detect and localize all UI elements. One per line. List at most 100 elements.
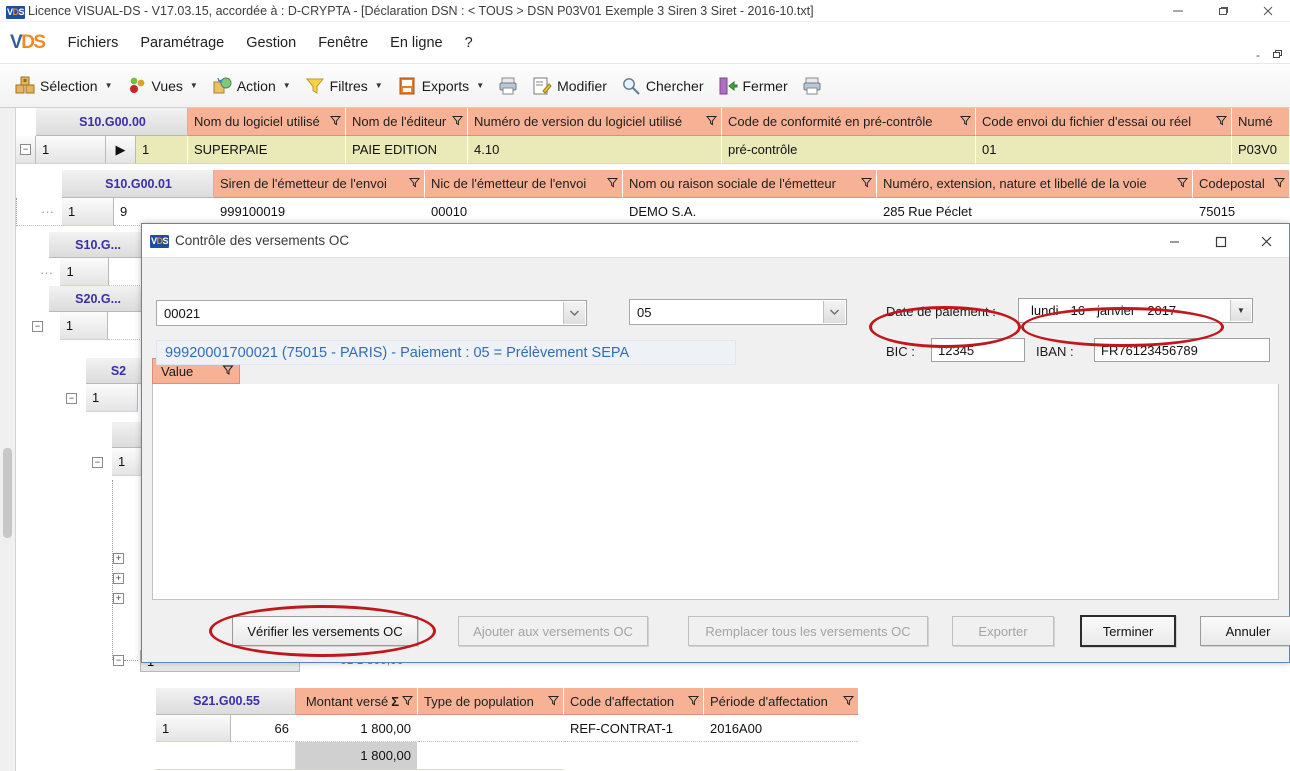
col-nic-emetteur[interactable]: Nic de l'émetteur de l'envoi <box>425 170 623 198</box>
funnel-icon[interactable] <box>408 176 421 191</box>
window-minimize-icon[interactable] <box>1155 0 1200 22</box>
terminer-button[interactable]: Terminer <box>1080 615 1176 647</box>
toolbar-modifier-button[interactable]: Modifier <box>525 72 614 100</box>
toolbar-action-button[interactable]: Action ▼ <box>205 72 298 100</box>
collapse-icon[interactable]: − <box>92 456 103 468</box>
tree-row[interactable]: − 1 <box>86 448 146 476</box>
row-expander[interactable]: − <box>60 384 86 412</box>
menu-item-gestion[interactable]: Gestion <box>235 31 307 55</box>
tree-row[interactable]: + <box>113 548 124 568</box>
funnel-icon[interactable] <box>401 694 414 709</box>
results-list[interactable] <box>152 384 1279 600</box>
chevron-down-icon[interactable]: ▼ <box>105 81 113 90</box>
chevron-down-icon[interactable]: ▼ <box>476 81 484 90</box>
collapse-icon[interactable]: − <box>66 392 77 404</box>
table-row[interactable]: − 1 ▶ 1 SUPERPAIE PAIE EDITION 4.10 pré-… <box>16 136 1290 164</box>
toolbar-exports-button[interactable]: Exports ▼ <box>390 72 491 100</box>
funnel-icon[interactable] <box>705 114 718 129</box>
col-type-population[interactable]: Type de population <box>418 688 564 715</box>
funnel-icon[interactable] <box>547 694 560 709</box>
verifier-versements-button[interactable]: Vérifier les versements OC <box>232 616 418 646</box>
chevron-down-icon[interactable] <box>823 301 845 323</box>
funnel-icon[interactable] <box>687 694 700 709</box>
expand-icon[interactable]: + <box>113 572 124 584</box>
tree-row[interactable]: ··· 1 <box>16 258 146 286</box>
tree-row[interactable]: − 1 <box>60 384 150 412</box>
menu-item-parametrage[interactable]: Paramétrage <box>129 31 235 55</box>
col-code-affectation[interactable]: Code d'affectation <box>564 688 704 715</box>
table-row[interactable]: 1 66 1 800,00 REF-CONTRAT-1 2016A00 <box>140 715 859 742</box>
oc-select[interactable]: 00021 <box>156 300 587 326</box>
funnel-icon[interactable] <box>842 694 855 709</box>
col-nom-raison-sociale[interactable]: Nom ou raison sociale de l'émetteur <box>623 170 877 198</box>
toolbar-print-button[interactable] <box>491 72 525 100</box>
funnel-icon[interactable] <box>959 114 972 129</box>
col-nom-logiciel[interactable]: Nom du logiciel utilisé <box>188 108 346 136</box>
exporter-button[interactable]: Exporter <box>952 616 1054 646</box>
window-restore-icon[interactable] <box>1200 0 1245 22</box>
row-expander[interactable]: − <box>86 448 112 476</box>
collapse-icon[interactable]: − <box>113 655 124 666</box>
toolbar-vues-button[interactable]: Vues ▼ <box>120 72 205 100</box>
col-numero-voie[interactable]: Numéro, extension, nature et libellé de … <box>877 170 1193 198</box>
tree-row[interactable]: − 1 <box>16 312 146 340</box>
menu-item-help[interactable]: ? <box>454 31 484 55</box>
col-montant-verse[interactable]: Montant versé Σ <box>296 688 418 715</box>
funnel-icon[interactable] <box>1215 114 1228 129</box>
toolbar-selection-button[interactable]: Sélection ▼ <box>8 72 120 100</box>
mode-select[interactable]: 05 <box>629 299 847 325</box>
row-expander[interactable]: − <box>16 312 60 340</box>
funnel-icon[interactable] <box>451 114 464 129</box>
tree-row-bottom[interactable]: − <box>113 655 138 666</box>
window-close-icon[interactable] <box>1245 0 1290 22</box>
funnel-icon[interactable] <box>329 114 342 129</box>
col-code-envoi[interactable]: Code envoi du fichier d'essai ou réel <box>976 108 1232 136</box>
col-numero-partial[interactable]: Numé <box>1232 108 1290 136</box>
dialog-close-icon[interactable] <box>1243 224 1289 258</box>
toolbar-chercher-button[interactable]: Chercher <box>614 72 711 100</box>
funnel-icon[interactable] <box>222 364 234 379</box>
collapse-icon[interactable]: − <box>32 320 43 332</box>
col-nom-editeur[interactable]: Nom de l'éditeur <box>346 108 468 136</box>
col-periode-affectation[interactable]: Période d'affectation <box>704 688 859 715</box>
expand-icon[interactable]: + <box>113 552 124 564</box>
tree-row[interactable]: + <box>113 588 124 608</box>
mdi-minimize-icon[interactable]: - <box>1256 49 1260 61</box>
menu-item-fenetre[interactable]: Fenêtre <box>307 31 379 55</box>
col-siren-emetteur[interactable]: Siren de l'émetteur de l'envoi <box>214 170 425 198</box>
vertical-scrollbar[interactable] <box>0 108 16 771</box>
mdi-restore-icon[interactable] <box>1272 48 1284 61</box>
funnel-icon[interactable] <box>860 176 873 191</box>
toolbar-fermer-button[interactable]: Fermer <box>711 72 795 100</box>
col-codepostal[interactable]: Codepostal <box>1193 170 1290 198</box>
annuler-button[interactable]: Annuler <box>1200 616 1290 646</box>
col-numero-version[interactable]: Numéro de version du logiciel utilisé <box>468 108 722 136</box>
cell-code-affectation: REF-CONTRAT-1 <box>564 715 704 742</box>
chevron-down-icon[interactable]: ▼ <box>190 81 198 90</box>
remplacer-versements-button[interactable]: Remplacer tous les versements OC <box>688 616 928 646</box>
bic-input[interactable]: 12345 <box>931 338 1025 362</box>
collapse-icon[interactable]: − <box>20 144 31 155</box>
iban-input[interactable]: FR76123456789 <box>1094 338 1270 362</box>
chevron-down-icon[interactable]: ▼ <box>375 81 383 90</box>
row-expander[interactable]: − <box>16 136 36 164</box>
dialog-maximize-icon[interactable] <box>1197 224 1243 258</box>
expand-icon[interactable]: + <box>113 592 124 604</box>
funnel-icon[interactable] <box>1273 176 1286 191</box>
toolbar-filtres-button[interactable]: Filtres ▼ <box>298 72 390 100</box>
funnel-icon[interactable] <box>1176 176 1189 191</box>
ajouter-versements-button[interactable]: Ajouter aux versements OC <box>458 616 648 646</box>
funnel-icon[interactable] <box>606 176 619 191</box>
dropdown-icon[interactable]: ▼ <box>1230 300 1251 321</box>
dialog-minimize-icon[interactable] <box>1151 224 1197 258</box>
scrollbar-thumb[interactable] <box>3 448 12 538</box>
date-paiement-picker[interactable]: lundi 16 janvier 2017 ▼ <box>1018 298 1253 323</box>
menu-item-fichiers[interactable]: Fichiers <box>57 31 130 55</box>
chevron-down-icon[interactable] <box>563 302 585 324</box>
chevron-down-icon[interactable]: ▼ <box>283 81 291 90</box>
tree-row[interactable]: + <box>113 568 124 588</box>
table-row[interactable]: ··· 1 9 999100019 00010 DEMO S.A. 285 Ru… <box>16 198 1290 226</box>
menu-item-en-ligne[interactable]: En ligne <box>379 31 453 55</box>
toolbar-print2-button[interactable] <box>795 72 829 100</box>
col-code-conformite[interactable]: Code de conformité en pré-contrôle <box>722 108 976 136</box>
